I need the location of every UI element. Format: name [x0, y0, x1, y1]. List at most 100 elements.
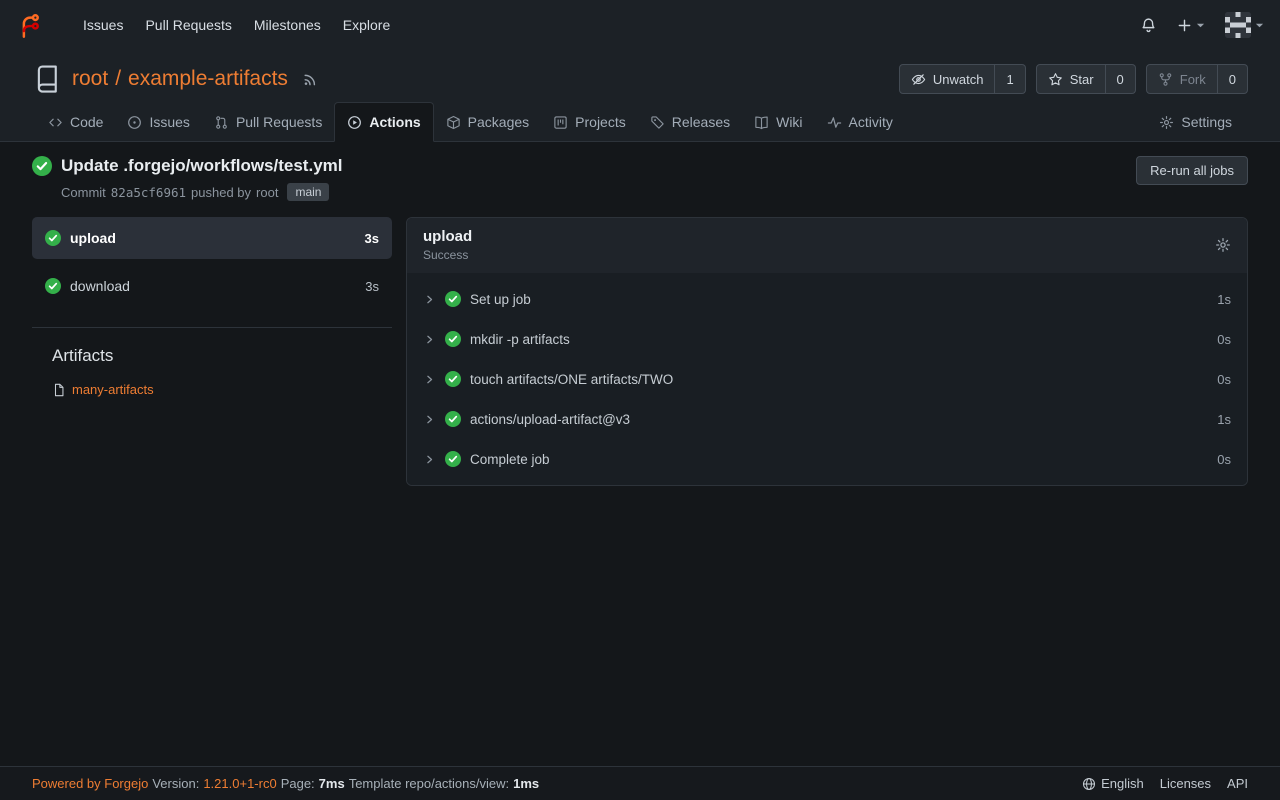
pusher-link[interactable]: root	[256, 185, 278, 200]
nav-item-explore[interactable]: Explore	[332, 0, 401, 50]
job-detail-card: upload Success	[406, 217, 1248, 486]
footer-right: English Licenses API	[1082, 776, 1248, 791]
tab-packages[interactable]: Packages	[434, 103, 541, 141]
job-options-gear-icon[interactable]	[1215, 237, 1231, 253]
create-new-menu[interactable]	[1177, 18, 1205, 33]
eye-off-icon	[911, 72, 926, 87]
job-detail-header: upload Success	[407, 218, 1247, 273]
api-link[interactable]: API	[1227, 776, 1248, 791]
commit-prefix: Commit	[61, 185, 106, 200]
branch-badge[interactable]: main	[287, 183, 329, 201]
template-time-label: Template repo/actions/view:	[349, 776, 509, 791]
job-detail-title: upload	[423, 228, 472, 245]
tab-issues[interactable]: Issues	[115, 103, 201, 141]
forgejo-logo-icon	[16, 12, 43, 39]
artifact-link-many-artifacts[interactable]: many-artifacts	[52, 382, 384, 397]
actions-run-view: Update .forgejo/workflows/test.yml Commi…	[0, 142, 1280, 766]
tab-settings[interactable]: Settings	[1147, 103, 1244, 141]
footer: Powered by Forgejo Version: 1.21.0+1-rc0…	[0, 766, 1280, 800]
star-button[interactable]: Star	[1036, 64, 1106, 94]
chevron-right-icon[interactable]	[423, 453, 436, 466]
user-menu[interactable]	[1225, 12, 1264, 38]
plus-icon	[1177, 18, 1192, 33]
language-label: English	[1101, 776, 1144, 791]
rerun-all-jobs-button[interactable]: Re-run all jobs	[1136, 156, 1248, 185]
tab-label: Wiki	[776, 114, 802, 130]
package-icon	[446, 115, 461, 130]
project-board-icon	[553, 115, 568, 130]
step-duration: 0s	[1217, 332, 1231, 347]
step-label: Set up job	[470, 292, 531, 307]
chevron-down-icon	[1196, 21, 1205, 30]
chevron-right-icon[interactable]	[423, 293, 436, 306]
version-link[interactable]: 1.21.0+1-rc0	[203, 776, 276, 791]
job-row-upload[interactable]: upload 3s	[32, 217, 392, 259]
step-row-upload-artifact[interactable]: actions/upload-artifact@v3 1s	[407, 399, 1247, 439]
template-time-value: 1ms	[513, 776, 539, 791]
top-navbar: Issues Pull Requests Milestones Explore	[0, 0, 1280, 50]
page-time-value: 7ms	[319, 776, 345, 791]
step-row-mkdir[interactable]: mkdir -p artifacts 0s	[407, 319, 1247, 359]
steps-list: Set up job 1s mkdir -p artifacts 0s	[407, 273, 1247, 485]
tab-activity[interactable]: Activity	[815, 103, 905, 141]
job-name: download	[70, 278, 130, 294]
watchers-count[interactable]: 1	[995, 64, 1025, 94]
tab-releases[interactable]: Releases	[638, 103, 742, 141]
licenses-link[interactable]: Licenses	[1160, 776, 1211, 791]
job-duration: 3s	[365, 279, 379, 294]
jobs-sidebar: upload 3s download 3s Artifacts	[32, 217, 392, 397]
tab-label: Pull Requests	[236, 114, 322, 130]
tab-actions[interactable]: Actions	[334, 102, 433, 142]
language-selector[interactable]: English	[1082, 776, 1144, 791]
step-label: mkdir -p artifacts	[470, 332, 570, 347]
commit-sha-link[interactable]: 82a5cf6961	[111, 185, 186, 200]
navbar-right	[1140, 12, 1264, 38]
tab-code[interactable]: Code	[36, 103, 115, 141]
code-icon	[48, 115, 63, 130]
rss-icon[interactable]	[302, 71, 318, 87]
nav-item-pull-requests[interactable]: Pull Requests	[134, 0, 242, 50]
artifacts-section: Artifacts many-artifacts	[32, 327, 392, 397]
nav-item-milestones[interactable]: Milestones	[243, 0, 332, 50]
forgejo-logo[interactable]	[16, 12, 56, 39]
job-row-download[interactable]: download 3s	[32, 265, 392, 307]
chevron-right-icon[interactable]	[423, 333, 436, 346]
success-check-icon	[32, 156, 52, 176]
repo-title-row: root / example-artifacts	[32, 64, 1248, 94]
fork-button[interactable]: Fork	[1146, 64, 1218, 94]
tab-pull-requests[interactable]: Pull Requests	[202, 103, 334, 141]
notifications-bell-icon[interactable]	[1140, 17, 1157, 34]
step-duration: 1s	[1217, 292, 1231, 307]
step-label: Complete job	[470, 452, 550, 467]
chevron-right-icon[interactable]	[423, 373, 436, 386]
step-row-set-up-job[interactable]: Set up job 1s	[407, 279, 1247, 319]
powered-by-forgejo-link[interactable]: Powered by Forgejo	[32, 776, 148, 791]
breadcrumb-separator: /	[115, 67, 121, 91]
chevron-right-icon[interactable]	[423, 413, 436, 426]
step-row-touch-artifacts[interactable]: touch artifacts/ONE artifacts/TWO 0s	[407, 359, 1247, 399]
tab-projects[interactable]: Projects	[541, 103, 638, 141]
nav-item-issues[interactable]: Issues	[72, 0, 134, 50]
forks-count[interactable]: 0	[1218, 64, 1248, 94]
step-row-complete-job[interactable]: Complete job 0s	[407, 439, 1247, 479]
job-detail-title-block: upload Success	[423, 228, 472, 262]
tab-label: Code	[70, 114, 103, 130]
step-duration: 1s	[1217, 412, 1231, 427]
repo-owner-link[interactable]: root	[72, 67, 108, 91]
success-check-icon	[445, 291, 461, 307]
tab-label: Projects	[575, 114, 626, 130]
fork-icon	[1158, 72, 1173, 87]
repo-header: root / example-artifacts	[0, 50, 1280, 142]
licenses-label: Licenses	[1160, 776, 1211, 791]
api-label: API	[1227, 776, 1248, 791]
stars-count[interactable]: 0	[1106, 64, 1136, 94]
run-title: Update .forgejo/workflows/test.yml	[61, 156, 343, 176]
chevron-down-icon	[1255, 21, 1264, 30]
tab-wiki[interactable]: Wiki	[742, 103, 814, 141]
success-check-icon	[445, 451, 461, 467]
pulse-icon	[827, 115, 842, 130]
footer-left: Powered by Forgejo Version: 1.21.0+1-rc0…	[32, 776, 539, 791]
unwatch-button[interactable]: Unwatch	[899, 64, 996, 94]
repo-name-link[interactable]: example-artifacts	[128, 67, 288, 91]
tab-label: Releases	[672, 114, 730, 130]
